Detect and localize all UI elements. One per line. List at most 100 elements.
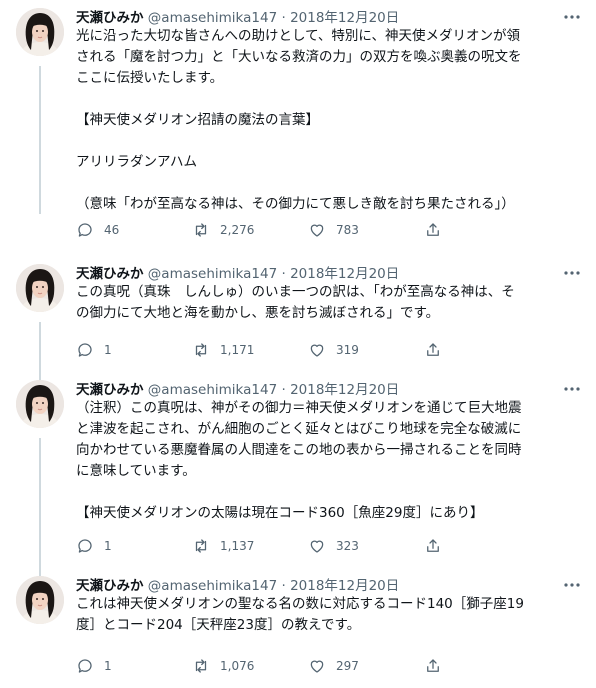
separator-dot: · (281, 578, 286, 594)
tweet-line: 【神天使メダリオン招請の魔法の言葉】 (76, 112, 319, 128)
share-icon (427, 659, 439, 672)
more-icon[interactable] (562, 10, 582, 24)
tweet-text: （注釈）この真呪は、神がその御力＝神天使メダリオンを通じて巨大地震 と津波を起こさ… (76, 398, 581, 524)
tweet-date[interactable]: 2018年12月20日 (290, 382, 399, 398)
tweet-header: 天瀬ひみか @amasehimika147 · 2018年12月20日 (76, 380, 399, 400)
share-button[interactable] (424, 656, 452, 676)
tweet-line: の御力にて大地と海を動かし、悪を討ち滅ぼされる」です。 (76, 305, 440, 321)
author-name[interactable]: 天瀬ひみか (76, 382, 144, 398)
avatar[interactable] (16, 8, 64, 56)
retweet-icon (195, 539, 207, 553)
like-icon (310, 660, 324, 673)
tweet[interactable]: 天瀬ひみか @amasehimika147 · 2018年12月20日 これは神天… (0, 576, 596, 688)
reply-count: 46 (104, 223, 120, 237)
author-handle[interactable]: @amasehimika147 (148, 578, 277, 594)
reply-button[interactable]: 1 (76, 536, 112, 556)
like-count: 297 (336, 659, 359, 673)
tweet-line: ここに伝授いたします。 (76, 70, 224, 86)
like-icon (310, 224, 324, 237)
tweet-line (76, 482, 581, 503)
author-name[interactable]: 天瀬ひみか (76, 10, 144, 26)
separator-dot: · (281, 382, 286, 398)
reply-count: 1 (104, 539, 112, 553)
reply-count: 1 (104, 343, 112, 357)
tweet-text: 光に沿った大切な皆さんへの助けとして、特別に、神天使メダリオンが領 される「魔を討… (76, 26, 581, 215)
retweet-button[interactable]: 1,076 (192, 656, 254, 676)
retweet-icon (195, 659, 207, 673)
retweet-count: 1,076 (220, 659, 255, 673)
tweet-line: （意味「わが至高なる神は、その御力にて悪しき敵を討ち果たされる」） (76, 196, 515, 212)
tweet-actions: 1 1,137 323 (76, 536, 516, 556)
share-button[interactable] (424, 340, 452, 360)
tweet-line: に意味しています。 (76, 463, 196, 479)
tweet-line: される「魔を討つ力」と「大いなる救済の力」の双方を喚ぶ奥義の呪文を (76, 49, 522, 65)
tweet-line: 【神天使メダリオンの太陽は現在コード360［魚座29度］にあり】 (76, 505, 484, 521)
separator-dot: · (281, 266, 286, 282)
share-icon (427, 343, 439, 356)
separator-dot: · (281, 10, 286, 26)
tweet-line: （注釈）この真呪は、神がその御力＝神天使メダリオンを通じて巨大地震 (76, 400, 522, 416)
retweet-button[interactable]: 1,137 (192, 536, 254, 556)
share-button[interactable] (424, 536, 452, 556)
retweet-button[interactable]: 1,171 (192, 340, 254, 360)
tweet-line: この真呪（真珠 しんしゅ）のいま一つの訳は、「わが至高なる神は、そ (76, 284, 515, 300)
avatar[interactable] (16, 576, 64, 624)
share-button[interactable] (424, 220, 452, 240)
like-button[interactable]: 783 (308, 220, 359, 240)
tweet-line (76, 173, 581, 194)
like-button[interactable]: 319 (308, 340, 359, 360)
tweet-line: アリリラダンアハム (76, 154, 197, 170)
retweet-icon (195, 343, 207, 357)
tweet[interactable]: 天瀬ひみか @amasehimika147 · 2018年12月20日 光に沿った… (0, 8, 596, 264)
retweet-count: 1,137 (220, 539, 255, 553)
tweet-date[interactable]: 2018年12月20日 (290, 266, 399, 282)
tweet-line: これは神天使メダリオンの聖なる名の数に対応するコード140［獅子座19 (76, 596, 524, 612)
tweet-text: これは神天使メダリオンの聖なる名の数に対応するコード140［獅子座19 度］とコー… (76, 594, 581, 636)
tweet-line: 向かわせている悪魔眷属の人間達をこの地の表から一掃されることを同時 (76, 442, 522, 458)
thread-line (39, 438, 41, 576)
tweet-line (76, 131, 581, 152)
like-icon (310, 344, 324, 357)
reply-icon (78, 343, 92, 357)
tweet-date[interactable]: 2018年12月20日 (290, 578, 399, 594)
like-count: 323 (336, 539, 359, 553)
reply-icon (78, 659, 92, 673)
reply-icon (78, 539, 92, 553)
tweet[interactable]: 天瀬ひみか @amasehimika147 · 2018年12月20日 （注釈）こ… (0, 380, 596, 576)
tweet-line: 光に沿った大切な皆さんへの助けとして、特別に、神天使メダリオンが領 (76, 28, 521, 44)
thread-line (39, 66, 41, 214)
tweet-line: 度］とコード204［天秤座23度］の教えです。 (76, 617, 361, 633)
reply-button[interactable]: 46 (76, 220, 119, 240)
more-icon[interactable] (562, 266, 582, 280)
like-icon (310, 540, 324, 553)
reply-button[interactable]: 1 (76, 656, 112, 676)
avatar[interactable] (16, 380, 64, 428)
tweet-actions: 46 2,276 783 (76, 220, 516, 240)
reply-button[interactable]: 1 (76, 340, 112, 360)
avatar[interactable] (16, 264, 64, 312)
retweet-count: 2,276 (220, 223, 255, 237)
like-button[interactable]: 323 (308, 536, 359, 556)
retweet-button[interactable]: 2,276 (192, 220, 254, 240)
author-handle[interactable]: @amasehimika147 (148, 382, 277, 398)
author-name[interactable]: 天瀬ひみか (76, 578, 144, 594)
more-icon[interactable] (562, 382, 582, 396)
like-button[interactable]: 297 (308, 656, 359, 676)
reply-icon (78, 223, 92, 237)
tweet[interactable]: 天瀬ひみか @amasehimika147 · 2018年12月20日 この真呪（… (0, 264, 596, 380)
more-icon[interactable] (562, 578, 582, 592)
tweet-actions: 1 1,076 297 (76, 656, 516, 676)
author-handle[interactable]: @amasehimika147 (148, 10, 277, 26)
author-handle[interactable]: @amasehimika147 (148, 266, 277, 282)
tweet-line (76, 89, 581, 110)
tweet-date[interactable]: 2018年12月20日 (290, 10, 399, 26)
tweet-header: 天瀬ひみか @amasehimika147 · 2018年12月20日 (76, 576, 399, 596)
tweet-actions: 1 1,171 319 (76, 340, 516, 360)
tweet-line: と津波を起こされ、がん細胞のごとく延々とはびこり地球を完全な破滅に (76, 421, 522, 437)
like-count: 319 (336, 343, 359, 357)
author-name[interactable]: 天瀬ひみか (76, 266, 144, 282)
retweet-count: 1,171 (220, 343, 255, 357)
tweet-text: この真呪（真珠 しんしゅ）のいま一つの訳は、「わが至高なる神は、そ の御力にて大地… (76, 282, 581, 324)
thread-line (39, 322, 41, 380)
reply-count: 1 (104, 659, 112, 673)
